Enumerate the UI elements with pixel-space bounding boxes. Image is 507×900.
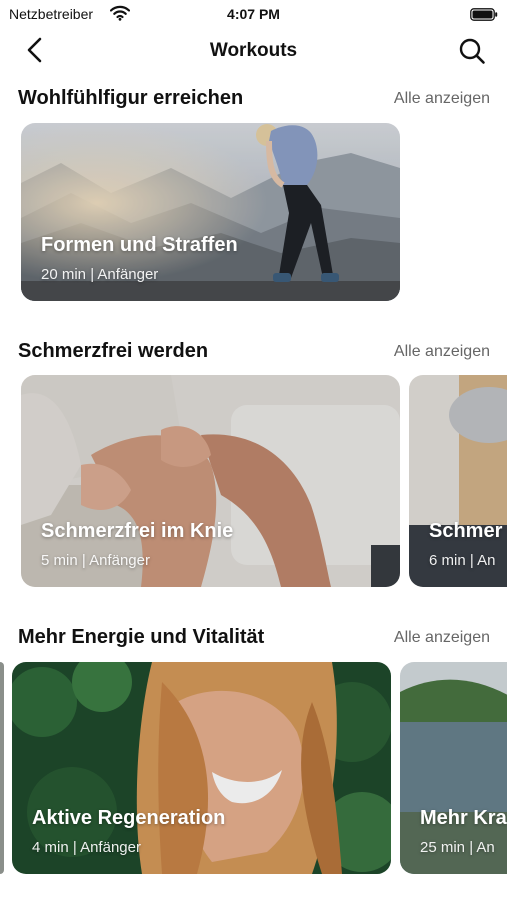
section-schmerzfrei: Schmerzfrei werden Alle anzeigen Schmerz… [0, 340, 507, 590]
section-energie: Mehr Energie und Vitalität Alle anzeigen… [0, 626, 507, 886]
show-all-link[interactable]: Alle anzeigen [394, 629, 490, 647]
section-wohlfuehlfigur: Wohlfühlfigur erreichen Alle anzeigen Fo… [0, 87, 507, 307]
card-carousel[interactable]: Aktive Regeneration 4 min | Anfänger Meh… [0, 662, 507, 876]
workout-card-title: Formen und Straffen [41, 234, 238, 256]
section-title: Wohlfühlfigur erreichen [18, 87, 244, 109]
workout-card[interactable]: Formen und Straffen 20 min | Anfänger [21, 123, 400, 301]
status-bar: Netzbetreiber 4:07 PM [0, 0, 507, 28]
page-title: Workouts [209, 40, 298, 61]
battery-icon [470, 8, 498, 21]
workout-card-title: Mehr Kra [420, 807, 507, 829]
section-title: Schmerzfrei werden [18, 340, 209, 362]
workout-card-meta: 25 min | An [420, 839, 495, 856]
workout-card-title: Aktive Regeneration [32, 807, 226, 829]
card-carousel[interactable]: Formen und Straffen 20 min | Anfänger [0, 123, 507, 303]
workout-card-meta: 20 min | Anfänger [41, 266, 159, 283]
workout-card[interactable]: Schmer 6 min | An [409, 375, 507, 587]
workout-card[interactable]: Mehr Kra 25 min | An [400, 662, 507, 874]
previous-card-edge [0, 662, 4, 874]
section-title: Mehr Energie und Vitalität [18, 626, 265, 648]
card-carousel[interactable]: Schmerzfrei im Knie 5 min | Anfänger Sch… [0, 375, 507, 589]
show-all-link[interactable]: Alle anzeigen [394, 343, 490, 361]
status-time: 4:07 PM [227, 6, 280, 22]
workout-card-meta: 6 min | An [429, 552, 496, 569]
workout-card[interactable]: Aktive Regeneration 4 min | Anfänger [12, 662, 391, 874]
workout-card[interactable]: Schmerzfrei im Knie 5 min | Anfänger [21, 375, 400, 587]
workout-card-title: Schmer [429, 520, 503, 542]
workout-card-meta: 4 min | Anfänger [32, 839, 141, 856]
workout-card-title: Schmerzfrei im Knie [41, 520, 234, 542]
nav-bar: Workouts [0, 30, 507, 70]
search-icon[interactable] [457, 36, 487, 66]
workout-card-meta: 5 min | Anfänger [41, 552, 150, 569]
show-all-link[interactable]: Alle anzeigen [394, 90, 490, 108]
